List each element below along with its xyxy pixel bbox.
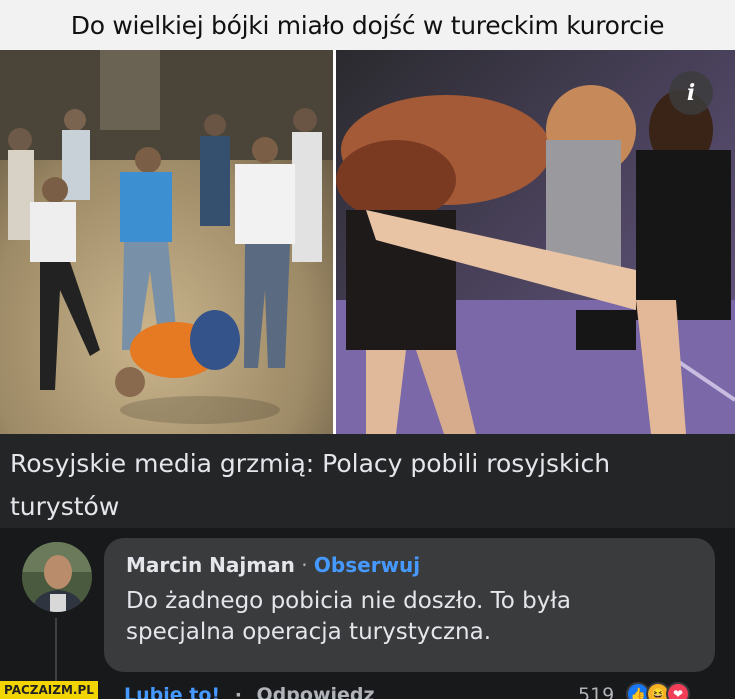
headline-panel[interactable]: Rosyjskie media grzmią: Polacy pobili ro… bbox=[0, 434, 735, 528]
comment-author[interactable]: Marcin Najman bbox=[126, 553, 295, 577]
comment-text-line-1: Do żadnego pobicia nie doszło. To była bbox=[126, 588, 572, 614]
top-banner: Do wielkiej bójki miało dojść w tureckim… bbox=[0, 0, 735, 50]
comment-section: Marcin Najman · Obserwuj Do żadnego pobi… bbox=[0, 528, 735, 699]
comment-text: Do żadnego pobicia nie doszło. To była s… bbox=[126, 586, 693, 648]
comment-actions: Lubię to! · Odpowiedz bbox=[124, 684, 375, 699]
love-icon: ❤ bbox=[666, 682, 690, 699]
comment-bubble: Marcin Najman · Obserwuj Do żadnego pobi… bbox=[104, 538, 715, 672]
actions-separator: · bbox=[234, 684, 242, 699]
reply-button[interactable]: Odpowiedz bbox=[257, 684, 375, 699]
headline-line-1: Rosyjskie media grzmią: Polacy pobili ro… bbox=[10, 449, 611, 478]
comment-text-line-2: specjalna operacja turystyczna. bbox=[126, 619, 492, 645]
brawl-scene-illustration bbox=[0, 50, 333, 434]
like-button[interactable]: Lubię to! bbox=[124, 684, 220, 699]
comment-header: Marcin Najman · Obserwuj bbox=[126, 550, 693, 580]
follow-button[interactable]: Obserwuj bbox=[314, 553, 420, 577]
separator-dot: · bbox=[301, 553, 308, 577]
info-icon: i bbox=[686, 80, 696, 106]
profile-photo bbox=[22, 542, 92, 612]
headline-line-2: turystów bbox=[10, 492, 120, 521]
info-button[interactable]: i bbox=[669, 71, 713, 115]
avatar[interactable] bbox=[22, 542, 92, 612]
watermark: PACZAIZM.PL bbox=[0, 681, 98, 699]
reaction-count[interactable]: 519 bbox=[578, 684, 614, 699]
banner-title: Do wielkiej bójki miało dojść w tureckim… bbox=[70, 10, 665, 40]
reactions-summary[interactable]: 👍 😆 ❤ bbox=[626, 682, 716, 699]
brawl-photo-left[interactable] bbox=[0, 50, 333, 434]
